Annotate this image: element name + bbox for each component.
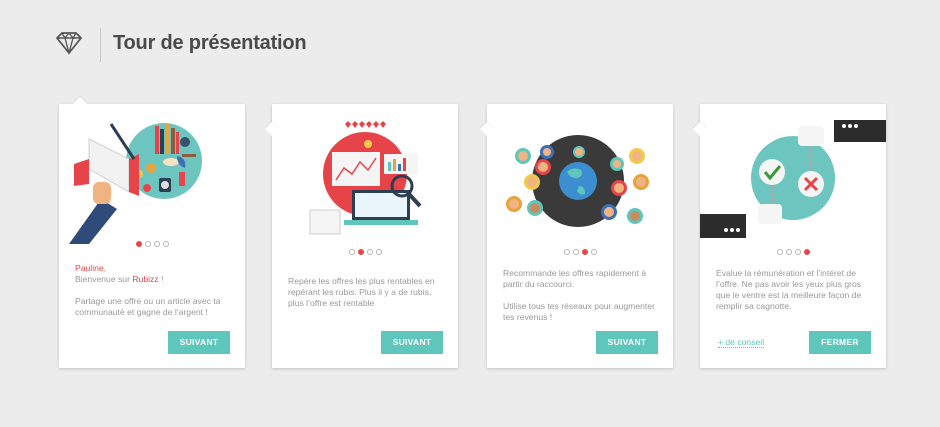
card-description: Recommande les offres rapidement à parti… [503, 268, 647, 289]
pagination-dot[interactable] [357, 249, 364, 255]
pagination-dot[interactable] [785, 249, 792, 255]
pagination-dot[interactable] [803, 249, 810, 255]
pagination-dot[interactable] [581, 249, 588, 255]
pagination-dot[interactable] [590, 249, 597, 255]
pagination-dot[interactable] [563, 249, 570, 255]
header-divider [100, 28, 101, 62]
pagination-dot[interactable] [135, 241, 142, 247]
onboarding-card-1: Pauline, Bienvenue sur Rubizz ! Partage u… [59, 96, 245, 368]
brand-name: Rubizz [132, 274, 159, 284]
megaphone-illustration [69, 123, 202, 244]
pagination-dot[interactable] [348, 249, 355, 255]
vote-illustration [700, 120, 886, 238]
onboarding-card-3: Recommande les offres rapidement à parti… [479, 104, 673, 368]
pagination-dot[interactable] [375, 249, 382, 255]
card-text: Pauline, Bienvenue sur Rubizz ! Partage u… [75, 263, 235, 329]
page-title: Tour de présentation [113, 32, 307, 54]
pagination-dot[interactable] [162, 241, 169, 247]
card-description: Repère les offres les plus rentables en … [288, 276, 435, 308]
card-text: Recommande les offres rapidement à parti… [503, 268, 663, 334]
card-description-2: Utilise tous tes réseaux pour augmenter … [503, 301, 655, 322]
next-button[interactable]: SUIVANT [381, 331, 443, 354]
welcome-suffix: ! [158, 274, 164, 284]
pagination-dots [700, 249, 886, 255]
onboarding-card-4: Evalue la rémunération et l’intéret de l… [692, 104, 886, 368]
pagination-dot[interactable] [794, 249, 801, 255]
pagination-dots [272, 249, 458, 255]
card-text: Evalue la rémunération et l’intéret de l… [716, 268, 876, 323]
user-name: Pauline [75, 263, 104, 273]
analytics-illustration [309, 121, 422, 235]
card-description: Partage une offre ou un article avec ta … [75, 296, 221, 317]
next-button[interactable]: SUIVANT [596, 331, 658, 354]
welcome-prefix: Bienvenue sur [75, 274, 133, 284]
onboarding-card-2: Repère les offres les plus rentables en … [264, 104, 458, 368]
pagination-dot[interactable] [366, 249, 373, 255]
card-description: Evalue la rémunération et l’intéret de l… [716, 268, 862, 311]
pagination-dot[interactable] [776, 249, 783, 255]
pagination-dot[interactable] [572, 249, 579, 255]
next-button[interactable]: SUIVANT [168, 331, 230, 354]
pagination-dots [487, 249, 673, 255]
close-button[interactable]: FERMER [809, 331, 871, 354]
greeting-punct: , [103, 263, 107, 273]
diamond-icon [56, 31, 82, 55]
pagination-dot[interactable] [144, 241, 151, 247]
pagination-dots [59, 241, 245, 247]
header: Tour de présentation [0, 0, 940, 90]
pagination-dot[interactable] [153, 241, 160, 247]
network-globe-illustration [506, 135, 649, 227]
card-text: Repère les offres les plus rentables en … [288, 276, 448, 320]
more-tips-link[interactable]: + de conseil [718, 337, 765, 348]
